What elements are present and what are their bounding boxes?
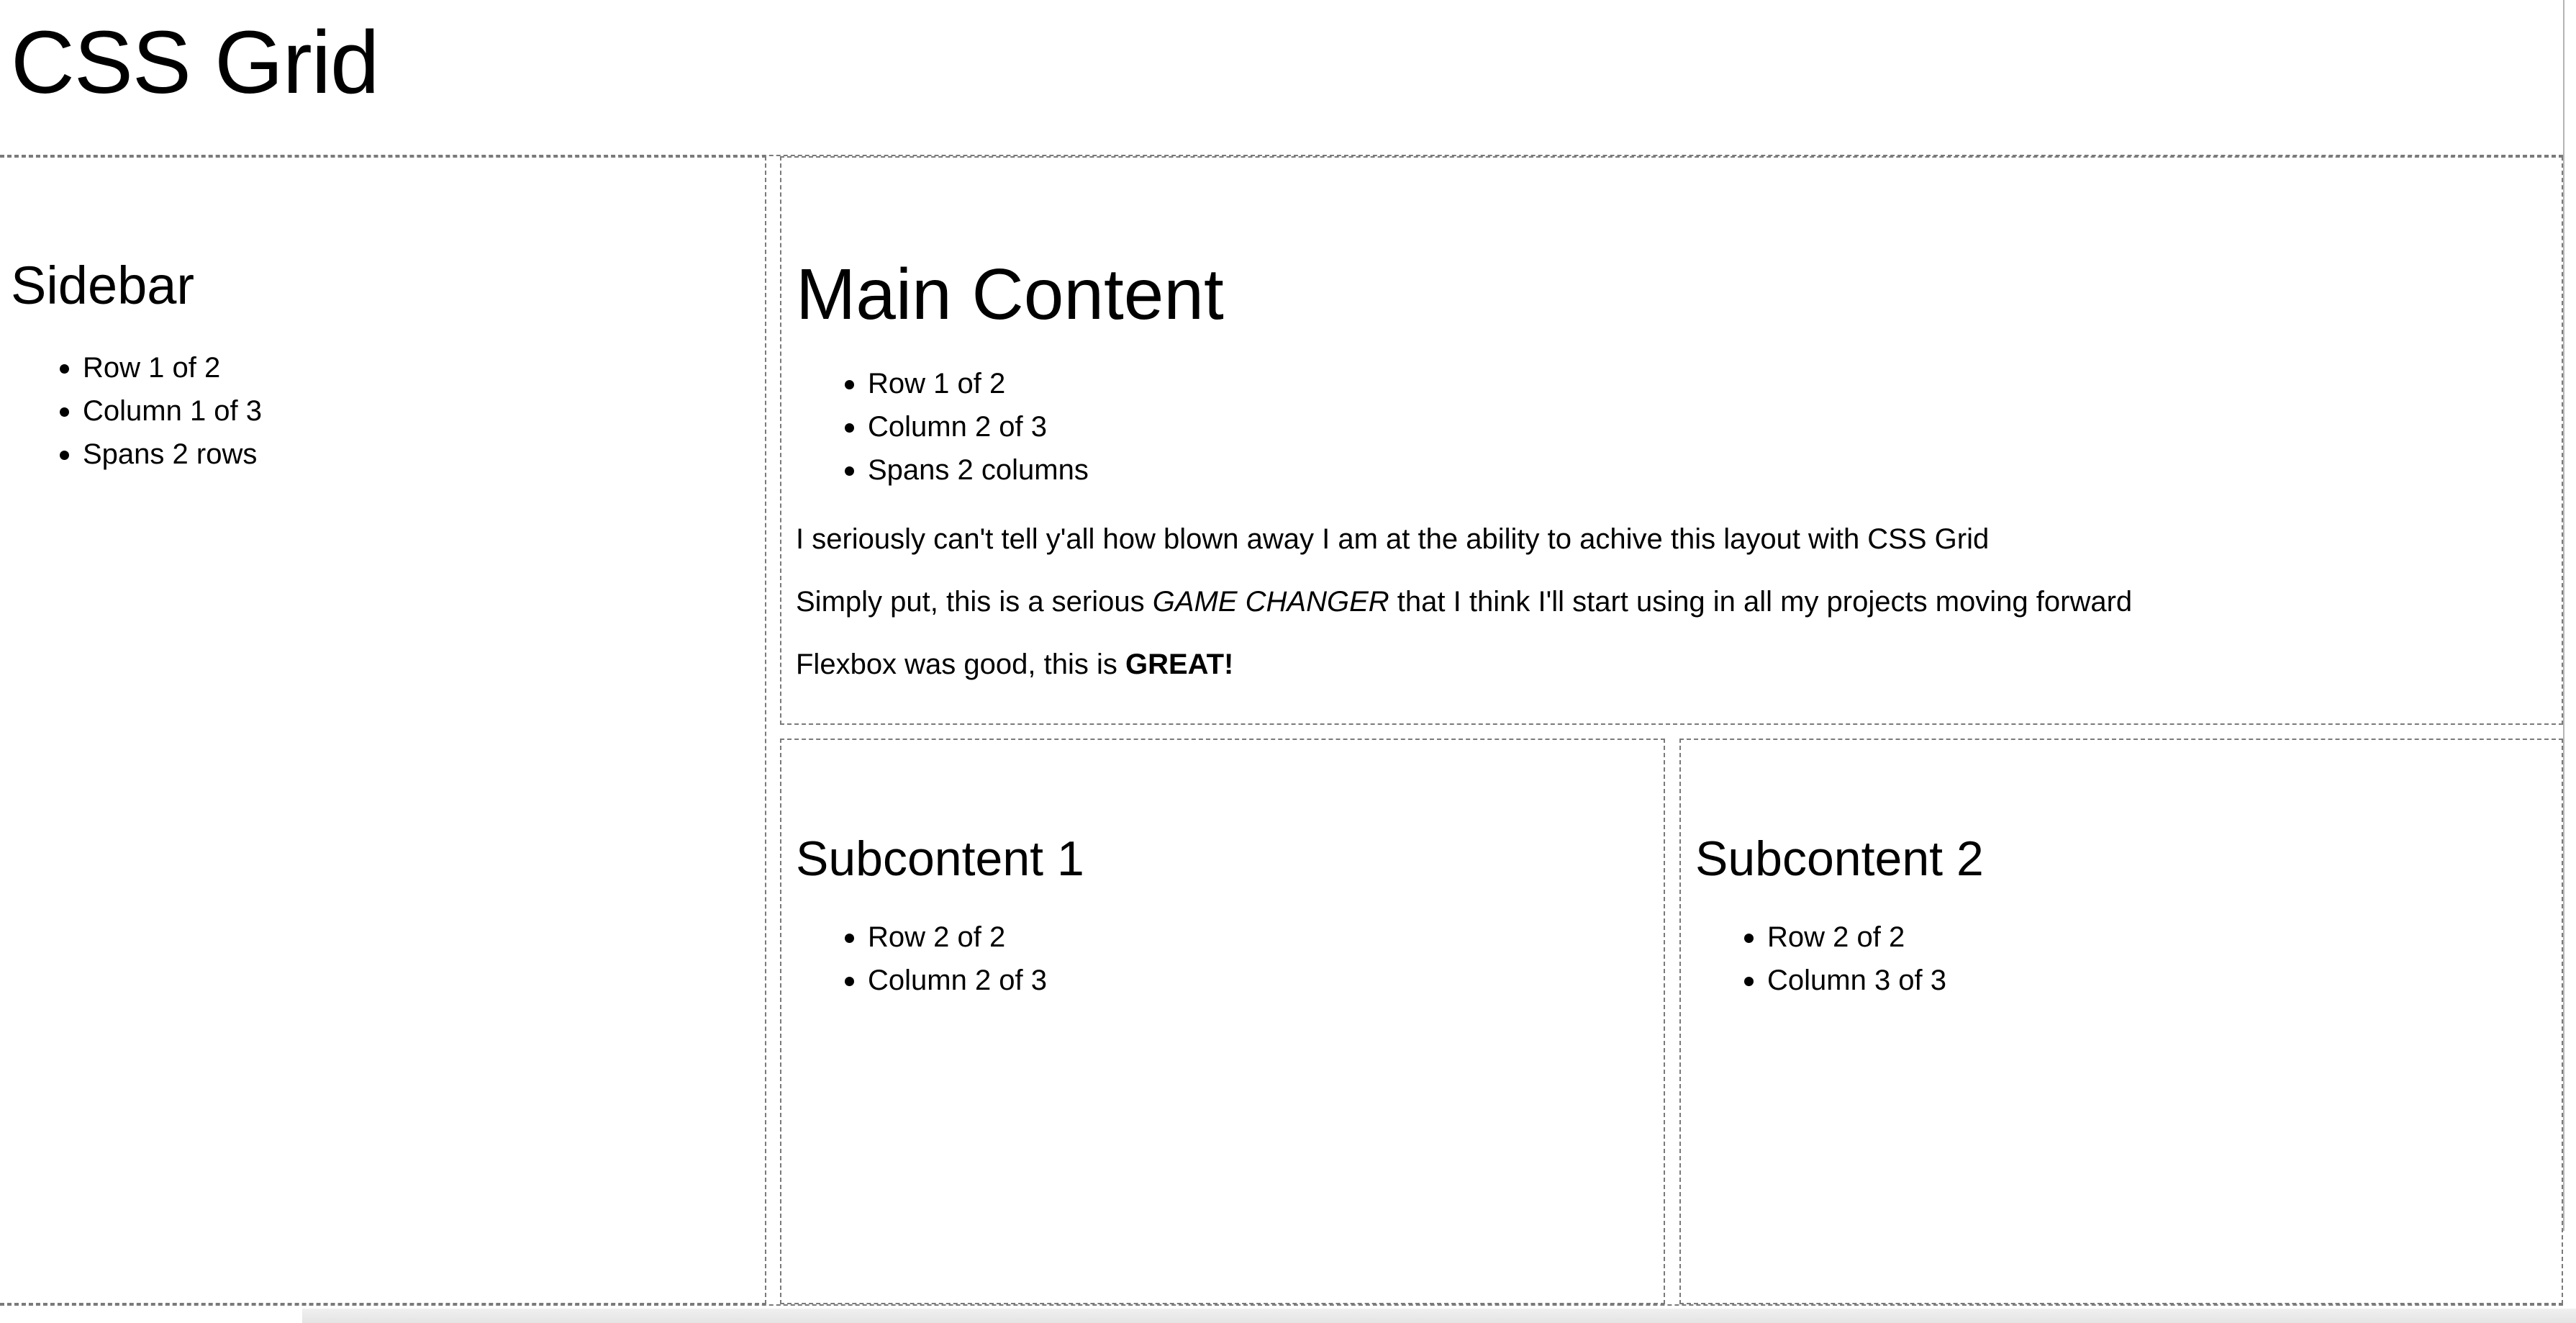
subcontent-2-panel: Subcontent 2 Row 2 of 2 Column 3 of 3 [1679,739,2563,1304]
scrollbar-edge [2563,0,2564,1231]
footer-divider [0,1304,2563,1306]
main-content-panel: Main Content Row 1 of 2 Column 2 of 3 Sp… [780,156,2563,725]
paragraph-text: Flexbox was good, this is [796,649,1125,680]
list-item: Column 1 of 3 [11,389,262,433]
page-header: CSS Grid [0,0,2563,156]
emphasis-text: GAME CHANGER [1152,586,1389,618]
sidebar-panel: Sidebar Row 1 of 2 Column 1 of 3 Spans 2… [0,156,766,1304]
strong-text: GREAT! [1125,649,1234,680]
main-content-title: Main Content [796,254,1224,335]
paragraph-flexbox: Flexbox was good, this is GREAT! [796,646,1233,683]
list-item: Row 1 of 2 [11,346,262,389]
sidebar-list: Row 1 of 2 Column 1 of 3 Spans 2 rows [11,346,262,476]
window-edge-shadow [302,1309,2576,1323]
list-item: Row 2 of 2 [796,916,1047,959]
subcontent-1-title: Subcontent 1 [796,831,1084,886]
list-item: Row 2 of 2 [1695,916,1946,959]
paragraph-blown-away: I seriously can't tell y'all how blown a… [796,523,1990,555]
page-title: CSS Grid [11,14,379,112]
main-content-list: Row 1 of 2 Column 2 of 3 Spans 2 columns [796,362,1089,492]
list-item: Spans 2 columns [796,448,1089,492]
paragraph-game-changer: Simply put, this is a serious GAME CHANG… [796,583,2132,620]
list-item: Column 2 of 3 [796,405,1089,448]
list-item: Column 2 of 3 [796,959,1047,1002]
sidebar-title: Sidebar [11,256,195,315]
subcontent-2-title: Subcontent 2 [1695,831,1984,886]
paragraph-text: that I think I'll start using in all my … [1389,586,2133,618]
list-item: Row 1 of 2 [796,362,1089,405]
paragraph-text: Simply put, this is a serious [796,586,1153,618]
subcontent-2-list: Row 2 of 2 Column 3 of 3 [1695,916,1946,1002]
list-item: Column 3 of 3 [1695,959,1946,1002]
list-item: Spans 2 rows [11,433,262,476]
page: CSS Grid Sidebar Row 1 of 2 Column 1 of … [0,0,2576,1323]
subcontent-1-panel: Subcontent 1 Row 2 of 2 Column 2 of 3 [780,739,1665,1304]
subcontent-1-list: Row 2 of 2 Column 2 of 3 [796,916,1047,1002]
